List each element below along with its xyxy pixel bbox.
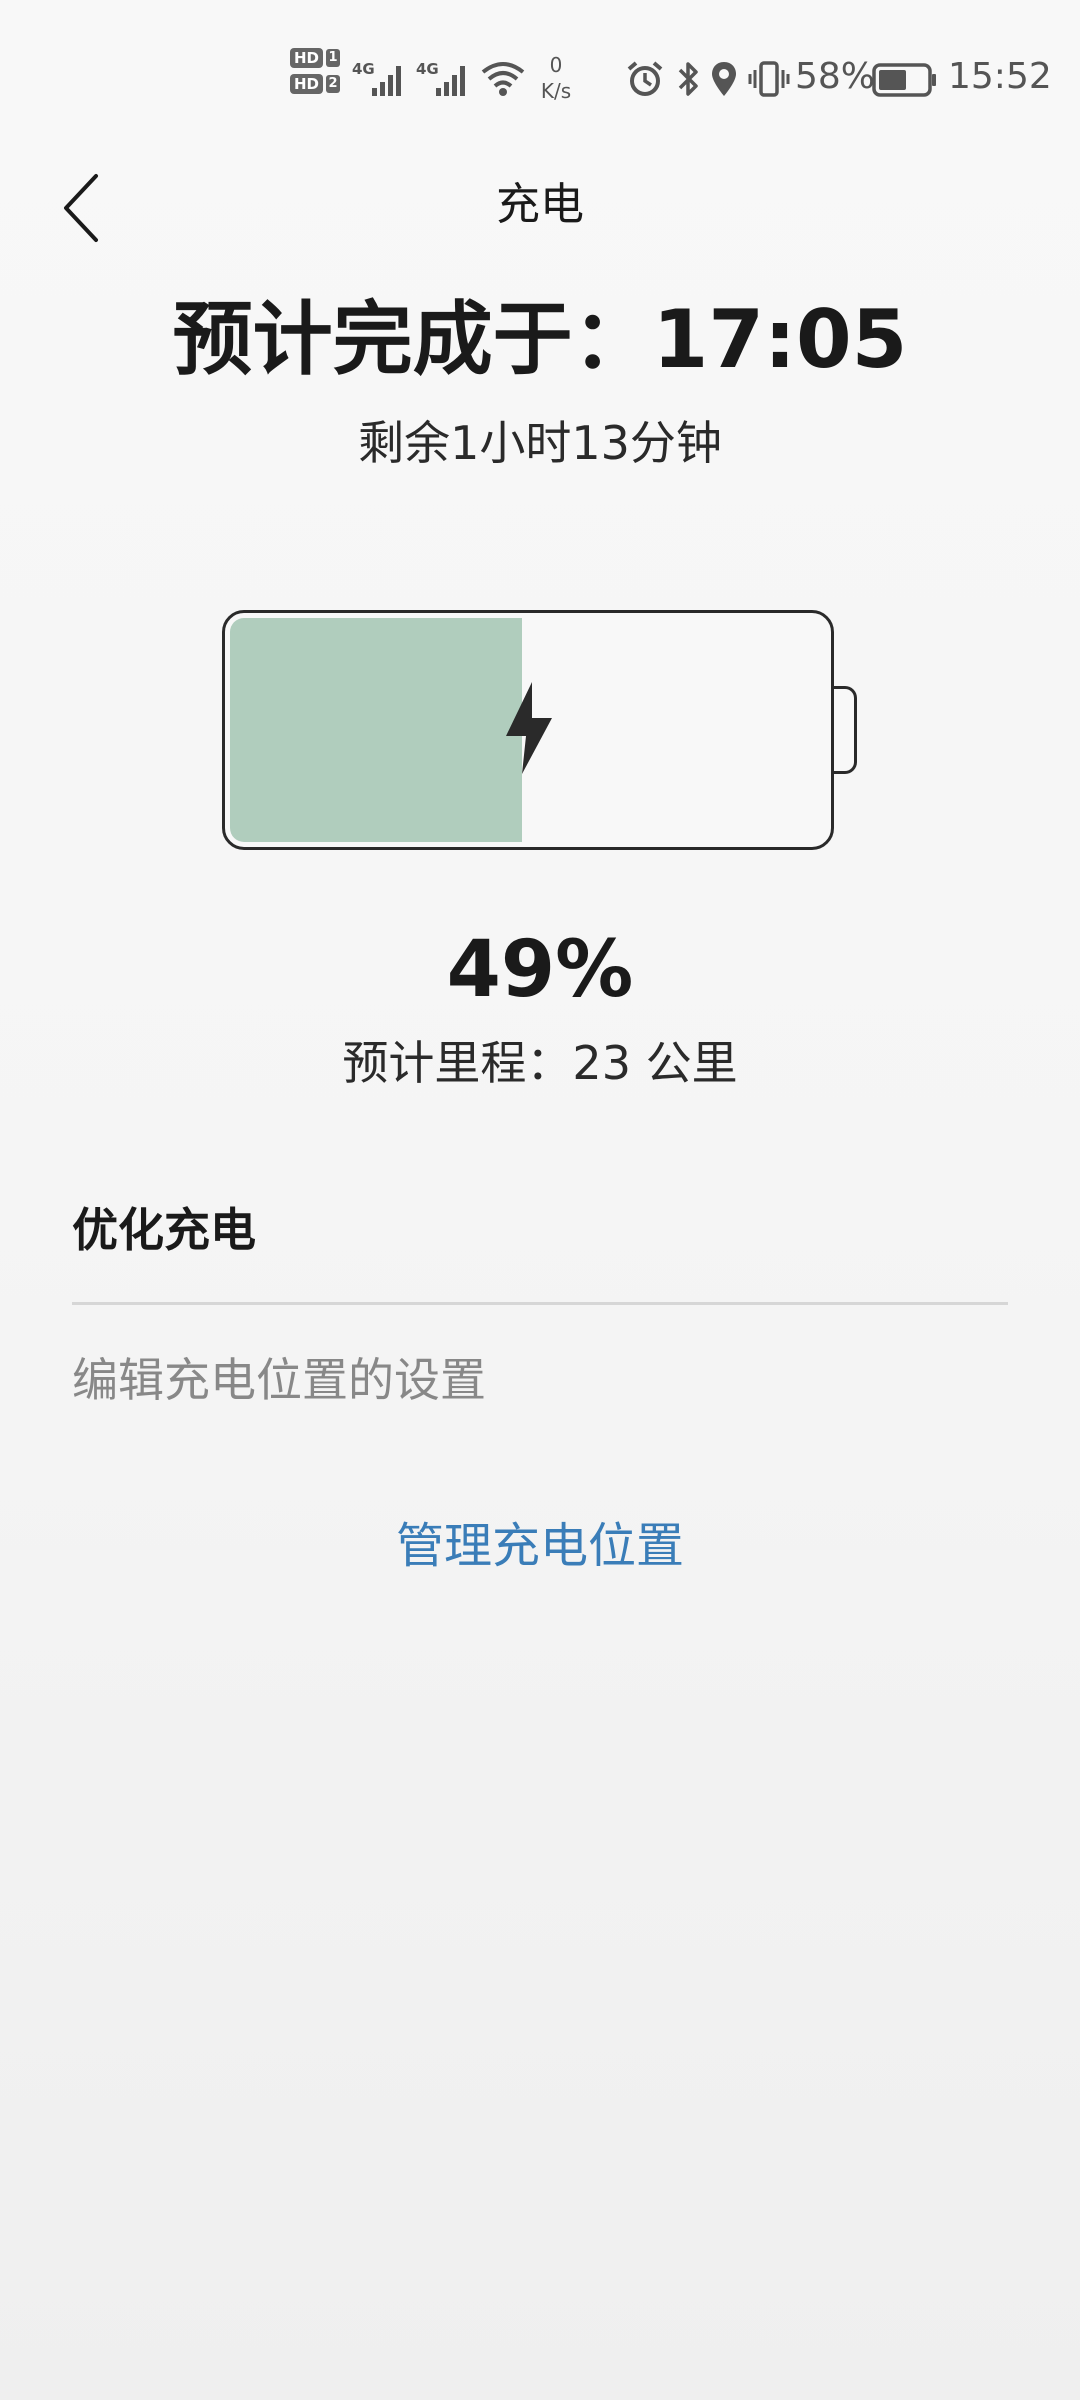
optimize-charging-heading: 优化充电 <box>72 1203 256 1257</box>
charging-location-settings-text: 编辑充电位置的设置 <box>72 1353 486 1407</box>
battery-fill <box>230 618 522 842</box>
location-icon <box>710 60 738 102</box>
network-speed-unit: K/s <box>540 79 572 103</box>
manage-charging-locations-link[interactable]: 管理充电位置 <box>0 1510 1080 1582</box>
alarm-icon <box>626 60 664 102</box>
bluetooth-icon <box>676 60 700 102</box>
lightning-bolt-icon <box>506 682 552 774</box>
sim2-hd-badge: HD <box>290 74 324 94</box>
battery-level-graphic <box>222 610 857 850</box>
charge-eta-title: 预计完成于：17:05 <box>172 293 908 386</box>
battery-icon <box>872 62 938 102</box>
status-bar: HD 1 HD 2 4G 4G 0 K/s 58% 15:52 <box>0 0 1080 130</box>
page-title: 充电 <box>496 179 584 230</box>
estimated-range: 预计里程：23 公里 <box>342 1036 738 1090</box>
network-type-1: 4G <box>352 60 375 78</box>
sim1-number: 1 <box>326 49 341 67</box>
signal-icon: 4G <box>352 58 412 102</box>
sim-badges: HD 1 HD 2 <box>290 48 341 100</box>
status-clock: 15:52 <box>948 56 1052 97</box>
network-type-2: 4G <box>416 60 439 78</box>
sim1-hd-badge: HD <box>290 48 324 68</box>
charge-remaining-time: 剩余1小时13分钟 <box>358 416 722 470</box>
divider <box>72 1302 1008 1305</box>
status-battery-percent: 58% <box>795 56 876 97</box>
network-speed-value: 0 <box>549 53 563 77</box>
network-speed: 0 K/s <box>536 52 576 104</box>
battery-percent: 49% <box>446 925 634 1015</box>
sim2-number: 2 <box>326 75 341 93</box>
battery-terminal <box>834 686 857 774</box>
vibrate-icon <box>748 60 790 102</box>
wifi-icon <box>480 58 526 102</box>
signal-icon: 4G <box>416 58 476 102</box>
